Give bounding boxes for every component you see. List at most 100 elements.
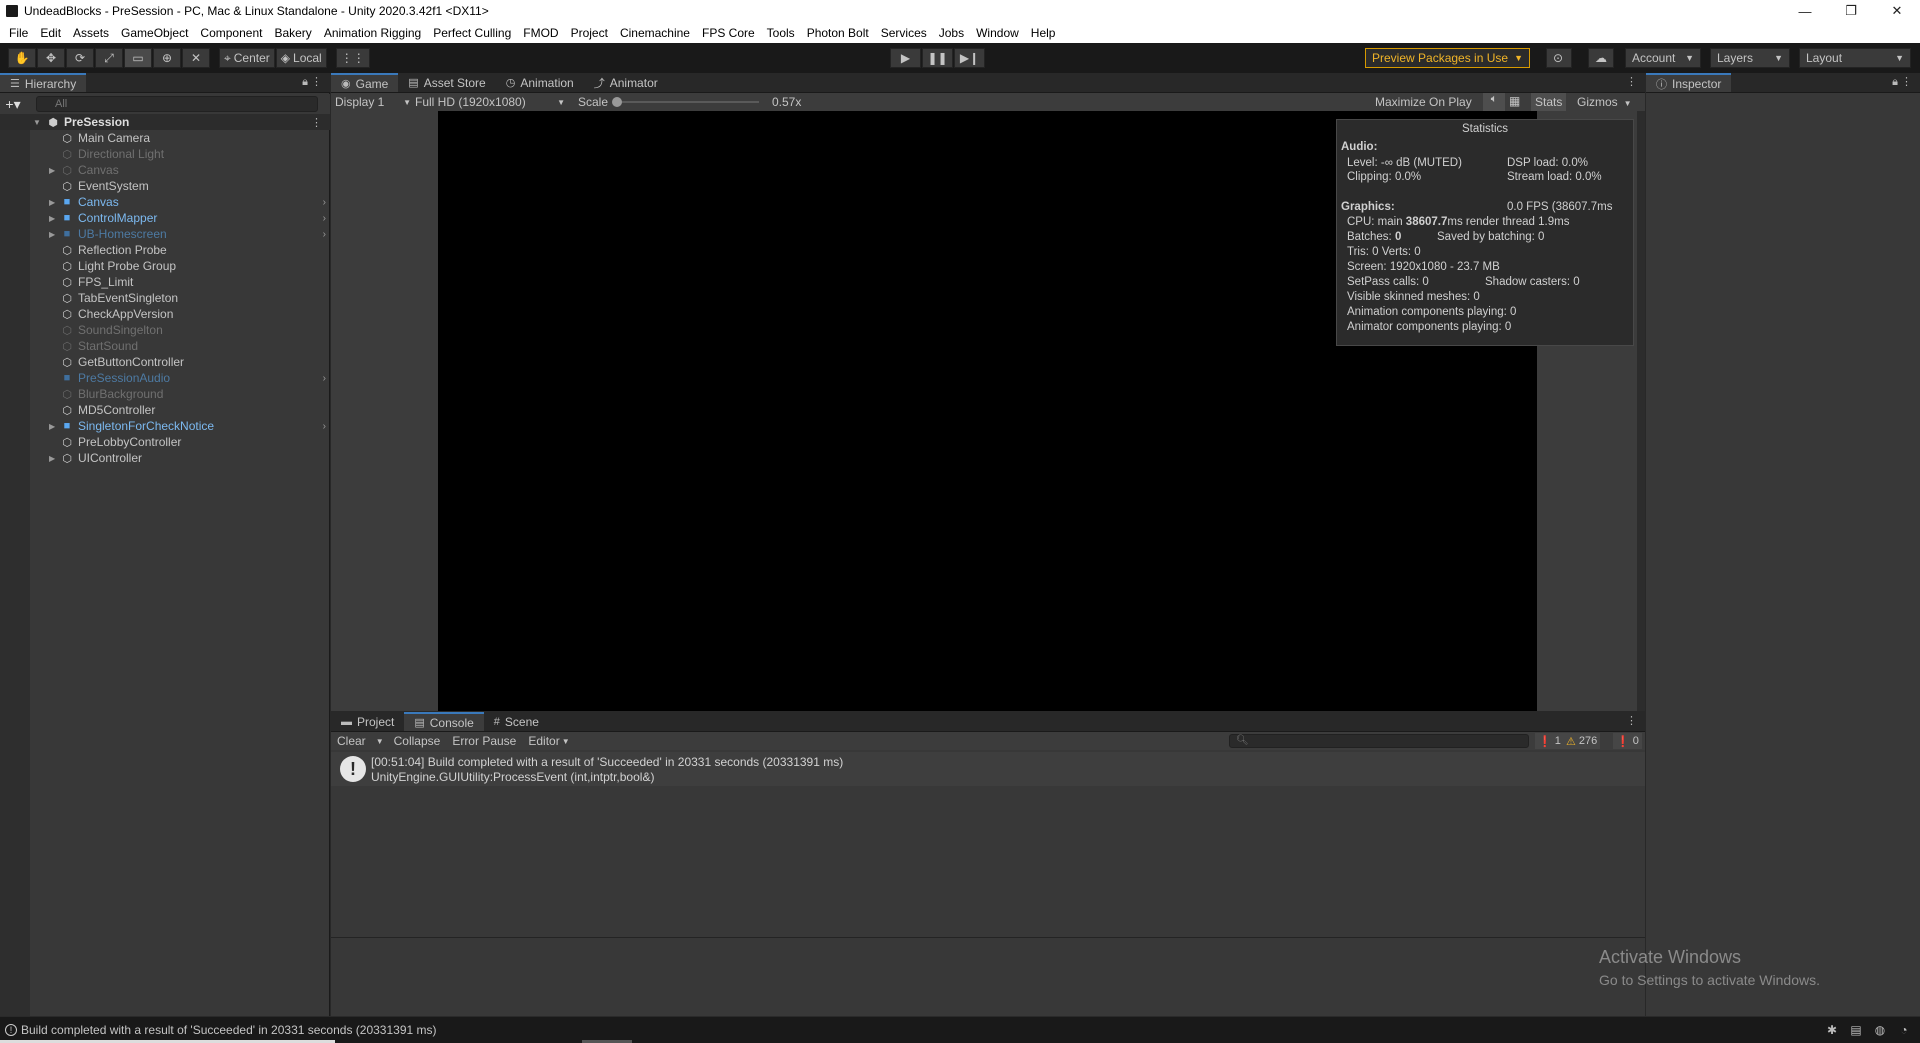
gizmos-dropdown[interactable]: Gizmos ▼ <box>1577 95 1632 109</box>
expand-arrow-icon[interactable]: ▶ <box>49 166 55 175</box>
status-message[interactable]: Build completed with a result of 'Succee… <box>21 1023 437 1037</box>
hierarchy-item[interactable]: ▶ ⬡ Canvas <box>0 162 330 178</box>
menu-jobs[interactable]: Jobs <box>933 26 970 40</box>
expand-arrow-icon[interactable]: ▶ <box>49 230 55 239</box>
hand-tool-icon[interactable]: ✋ <box>8 48 36 68</box>
game-scrollbar[interactable] <box>1637 111 1645 711</box>
menu-fps-core[interactable]: FPS Core <box>696 26 761 40</box>
hierarchy-item[interactable]: ⬡ PreLobbyController <box>0 434 330 450</box>
expand-arrow-icon[interactable]: ▶ <box>49 422 55 431</box>
hierarchy-item[interactable]: ⬡ StartSound <box>0 338 330 354</box>
restore-button[interactable]: ❐ <box>1828 0 1874 22</box>
play-button[interactable]: ▶ <box>890 48 921 68</box>
cloud-icon[interactable]: ☁ <box>1588 48 1614 68</box>
pivot-center-button[interactable]: ⌖ Center <box>219 48 275 68</box>
account-dropdown[interactable]: Account ▼ <box>1625 48 1701 68</box>
expand-arrow-icon[interactable]: ▶ <box>49 198 55 207</box>
menu-window[interactable]: Window <box>970 26 1025 40</box>
tab-animator[interactable]: ⤴ Animator <box>584 73 668 92</box>
kebab-menu-icon[interactable]: ⋮ <box>1901 75 1912 88</box>
pivot-space-button[interactable]: ◈ Local <box>275 48 327 68</box>
add-object-button[interactable]: +▾ <box>0 96 26 113</box>
menu-edit[interactable]: Edit <box>34 26 67 40</box>
tab-asset-store[interactable]: ▤ Asset Store <box>398 73 495 92</box>
menu-bakery[interactable]: Bakery <box>268 26 317 40</box>
preview-packages-button[interactable]: Preview Packages in Use ▼ <box>1365 48 1530 68</box>
menu-tools[interactable]: Tools <box>761 26 801 40</box>
console-search-input[interactable]: 🔍︎ <box>1229 734 1529 748</box>
progress-icon[interactable]: ◔ <box>1892 1023 1916 1037</box>
menu-services[interactable]: Services <box>875 26 933 40</box>
menu-cinemachine[interactable]: Cinemachine <box>614 26 696 40</box>
menu-file[interactable]: File <box>3 26 34 40</box>
layers-dropdown[interactable]: Layers ▼ <box>1710 48 1790 68</box>
tab-animation[interactable]: ◷ Animation <box>496 73 584 92</box>
hierarchy-item[interactable]: ⬡ FPS_Limit <box>0 274 330 290</box>
move-tool-icon[interactable]: ✥ <box>37 48 65 68</box>
hierarchy-item[interactable]: ▶ ■ ControlMapper › <box>0 210 330 226</box>
grid-icon[interactable]: ▦ <box>1509 94 1520 108</box>
open-prefab-chevron-icon[interactable]: › <box>323 229 326 240</box>
hierarchy-item[interactable]: ⬡ CheckAppVersion <box>0 306 330 322</box>
kebab-menu-icon[interactable]: ⋮ <box>1626 714 1637 727</box>
expand-arrow-icon[interactable]: ▼ <box>33 118 41 127</box>
menu-fmod[interactable]: FMOD <box>517 26 564 40</box>
hierarchy-item[interactable]: ⬡ Light Probe Group <box>0 258 330 274</box>
error-count-toggle[interactable]: ❗ 0 <box>1613 733 1642 749</box>
menu-animation-rigging[interactable]: Animation Rigging <box>318 26 427 40</box>
minimize-button[interactable]: — <box>1782 0 1828 22</box>
grid-snap-icon[interactable]: ⋮⋮ <box>335 48 370 68</box>
tab-project[interactable]: ▬ Project <box>331 712 404 731</box>
maximize-on-play-toggle[interactable]: Maximize On Play <box>1375 95 1472 109</box>
hierarchy-item[interactable]: ▶ ■ Canvas › <box>0 194 330 210</box>
mute-audio-icon[interactable]: 🔈︎ <box>1483 93 1505 111</box>
resolution-dropdown[interactable]: Full HD (1920x1080) ▼ <box>415 93 565 111</box>
pause-button[interactable]: ❚❚ <box>922 48 953 68</box>
console-detail-area[interactable] <box>331 937 1645 1016</box>
clear-button[interactable]: Clear <box>331 732 372 750</box>
menu-project[interactable]: Project <box>565 26 614 40</box>
kebab-menu-icon[interactable]: ⋮ <box>1626 75 1637 88</box>
menu-component[interactable]: Component <box>194 26 268 40</box>
menu-gameobject[interactable]: GameObject <box>115 26 194 40</box>
hierarchy-item[interactable]: ■ PreSessionAudio › <box>0 370 330 386</box>
kebab-menu-icon[interactable]: ⋮ <box>311 116 322 129</box>
hierarchy-item[interactable]: ⬡ SoundSingelton <box>0 322 330 338</box>
expand-arrow-icon[interactable]: ▶ <box>49 454 55 463</box>
hierarchy-search-input[interactable]: All <box>36 96 318 112</box>
close-button[interactable]: ✕ <box>1874 0 1920 22</box>
menu-photon-bolt[interactable]: Photon Bolt <box>801 26 875 40</box>
step-button[interactable]: ▶❙ <box>954 48 985 68</box>
kebab-menu-icon[interactable]: ⋮ <box>311 75 322 88</box>
hierarchy-item[interactable]: ⬡ Directional Light <box>0 146 330 162</box>
hierarchy-item[interactable]: ▶ ⬡ UIController <box>0 450 330 466</box>
open-prefab-chevron-icon[interactable]: › <box>323 421 326 432</box>
transform-tool-icon[interactable]: ⊕ <box>153 48 181 68</box>
layout-dropdown[interactable]: Layout ▼ <box>1799 48 1911 68</box>
hierarchy-item[interactable]: ▶ ■ SingletonForCheckNotice › <box>0 418 330 434</box>
expand-arrow-icon[interactable]: ▶ <box>49 214 55 223</box>
menu-assets[interactable]: Assets <box>67 26 115 40</box>
auto-generate-lighting-icon[interactable]: ◍ <box>1868 1023 1892 1037</box>
open-prefab-chevron-icon[interactable]: › <box>323 213 326 224</box>
scale-slider-handle[interactable] <box>612 97 622 107</box>
tab-inspector[interactable]: ⓘ Inspector <box>1646 73 1732 92</box>
hierarchy-item[interactable]: ⬡ TabEventSingleton <box>0 290 330 306</box>
scale-tool-icon[interactable]: ⤢ <box>95 48 123 68</box>
hierarchy-item[interactable]: ⬡ BlurBackground <box>0 386 330 402</box>
info-count-toggle[interactable]: ❗ 1 <box>1535 733 1564 749</box>
open-prefab-chevron-icon[interactable]: › <box>323 373 326 384</box>
scale-slider[interactable] <box>612 97 759 107</box>
lock-icon[interactable]: 🔒︎ <box>1892 76 1898 89</box>
menu-help[interactable]: Help <box>1025 26 1062 40</box>
debug-icon[interactable]: ✱ <box>1820 1023 1844 1037</box>
hierarchy-item[interactable]: ⬡ EventSystem <box>0 178 330 194</box>
cache-server-icon[interactable]: ▤ <box>1844 1023 1868 1037</box>
hierarchy-item[interactable]: ⬡ Main Camera <box>0 130 330 146</box>
stats-toggle[interactable]: Stats <box>1531 93 1567 111</box>
tab-console[interactable]: ▤ Console <box>404 712 484 731</box>
rotate-tool-icon[interactable]: ⟳ <box>66 48 94 68</box>
rect-tool-icon[interactable]: ▭ <box>124 48 152 68</box>
clear-options-dropdown[interactable]: ▼ <box>372 732 388 750</box>
console-log-entry[interactable]: ! [00:51:04] Build completed with a resu… <box>331 752 1645 786</box>
